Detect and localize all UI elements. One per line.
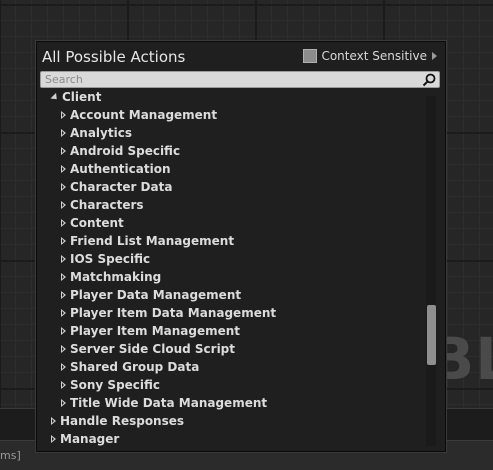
tree-item-label[interactable]: Server Side Cloud Script [70,342,235,356]
tree-item[interactable]: Player Item Management [61,322,240,340]
tree-item[interactable]: Character Data [61,178,172,196]
tree-item-label[interactable]: Title Wide Data Management [70,396,267,410]
expand-arrow-icon[interactable] [61,111,66,119]
action-menu-popup: All Possible Actions Context Sensitive C… [36,41,446,452]
tree-item[interactable]: Friend List Management [61,232,234,250]
tree-item[interactable]: Matchmaking [61,268,161,286]
tree-item-label[interactable]: Analytics [70,126,132,140]
expand-arrow-icon[interactable] [61,273,66,281]
tree-item-label[interactable]: Account Management [70,108,217,122]
tree-item[interactable]: Account Management [61,106,217,124]
tree-item[interactable]: Content [61,214,124,232]
action-tree-list[interactable]: Client Account Management Analytics Android… [37,88,427,451]
search-box[interactable] [40,71,440,88]
expand-arrow-icon[interactable] [61,345,66,353]
tree-item-label[interactable]: Manager [60,432,119,446]
tree-item-label[interactable]: Matchmaking [70,270,161,284]
tree-item-label[interactable]: Player Data Management [70,288,241,302]
tree-item-label[interactable]: Character Data [70,180,172,194]
expand-arrow-icon[interactable] [61,399,66,407]
expand-arrow-icon[interactable] [61,183,66,191]
status-bar-text: ms] [0,449,21,462]
expand-arrow-icon[interactable] [61,165,66,173]
scrollbar-thumb[interactable] [427,305,436,365]
expand-arrow-icon[interactable] [61,381,66,389]
expand-arrow-icon[interactable] [61,327,66,335]
tree-item[interactable]: IOS Specific [61,250,150,268]
expand-arrow-icon[interactable] [61,129,66,137]
search-icon[interactable] [422,73,436,87]
expand-arrow-icon[interactable] [51,435,56,443]
expand-arrow-icon[interactable] [61,237,66,245]
tree-item[interactable]: Manager [51,430,119,448]
list-scrollbar[interactable] [426,96,436,446]
tree-item-label[interactable]: Authentication [70,162,171,176]
search-input[interactable] [43,72,417,87]
tree-item[interactable]: Shared Group Data [61,358,199,376]
expand-arrow-icon[interactable] [61,255,66,263]
tree-item[interactable]: Analytics [61,124,132,142]
menu-title: All Possible Actions [42,48,186,66]
expand-arrow-icon[interactable] [61,363,66,371]
tree-item-label[interactable]: Content [70,216,124,230]
tree-item-label[interactable]: Handle Responses [60,414,184,428]
blueprint-graph-background[interactable]: BLU ms] All Possible Actions Context Sen… [0,0,493,470]
tree-item[interactable]: Server Side Cloud Script [61,340,235,358]
tree-item[interactable]: Android Specific [61,142,180,160]
context-sensitive-checkbox[interactable] [303,49,318,63]
tree-item[interactable]: Client [50,88,101,106]
tree-item-label[interactable]: Player Item Management [70,324,240,338]
tree-item[interactable]: Characters [61,196,144,214]
tree-item-label[interactable]: Android Specific [70,144,180,158]
context-options-arrow-icon[interactable] [432,52,437,60]
tree-item[interactable]: Player Item Data Management [61,304,276,322]
tree-item[interactable]: Title Wide Data Management [61,394,267,412]
tree-item[interactable]: Authentication [61,160,171,178]
tree-item-label[interactable]: Characters [70,198,144,212]
tree-item[interactable]: Handle Responses [51,412,184,430]
context-sensitive-label[interactable]: Context Sensitive [321,49,427,63]
tree-item-label[interactable]: Player Item Data Management [70,306,276,320]
expand-arrow-icon[interactable] [61,291,66,299]
expand-arrow-icon[interactable] [51,417,56,425]
expand-arrow-icon[interactable] [61,201,66,209]
expand-arrow-icon[interactable] [61,219,66,227]
tree-item[interactable]: Player Data Management [61,286,241,304]
tree-item-label[interactable]: IOS Specific [70,252,150,266]
expand-arrow-icon[interactable] [61,309,66,317]
tree-item-label[interactable]: Friend List Management [70,234,234,248]
tree-item-label[interactable]: Shared Group Data [70,360,199,374]
context-sensitive-toggle[interactable]: Context Sensitive [303,49,437,63]
tree-item-label[interactable]: Client [62,90,101,104]
tree-item[interactable]: Sony Specific [61,376,160,394]
collapse-arrow-icon[interactable] [50,92,60,102]
tree-item-label[interactable]: Sony Specific [70,378,160,392]
expand-arrow-icon[interactable] [61,147,66,155]
